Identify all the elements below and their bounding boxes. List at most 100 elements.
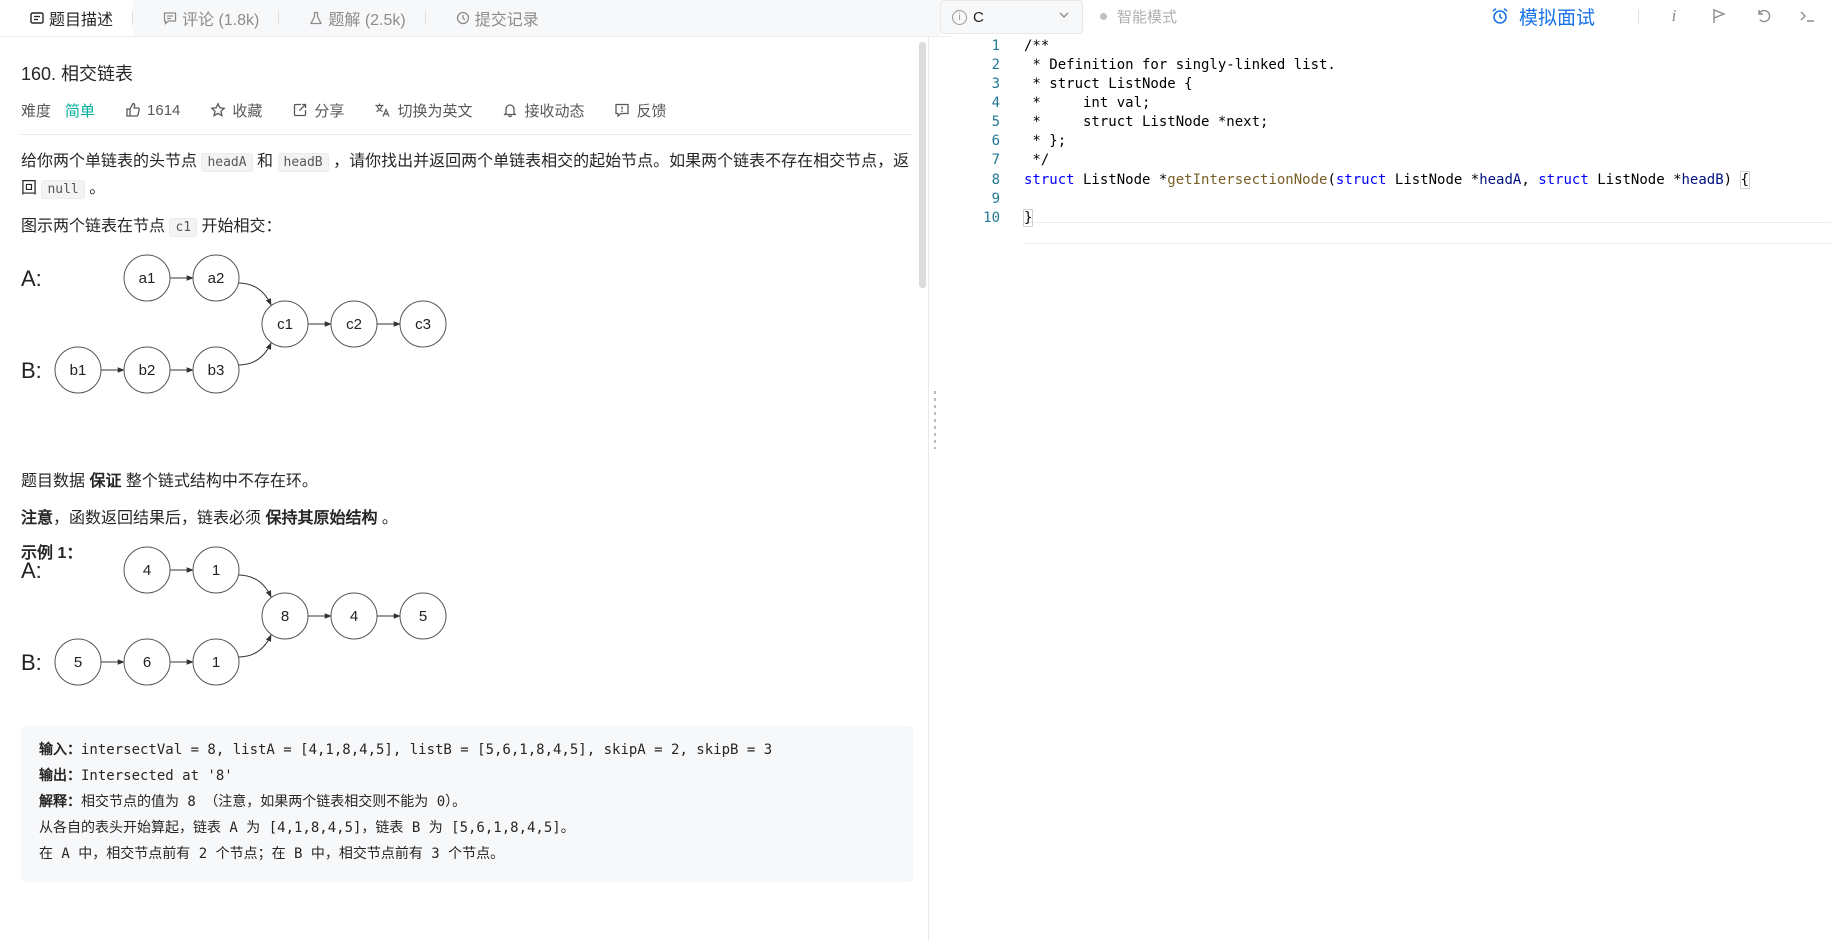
text: 给你两个单链表的头节点 — [21, 153, 202, 170]
shared-node-label: 4 — [350, 608, 358, 625]
example-block: 输入：intersectVal = 8, listA = [4,1,8,4,5]… — [21, 726, 913, 882]
line-number: 10 — [983, 210, 1000, 226]
list-b-label: B: — [21, 358, 42, 383]
tab-submissions[interactable]: 提交记录 — [426, 0, 559, 36]
explanation-label: 解释： — [39, 793, 81, 809]
description-paragraph-2: 图示两个链表在节点 c1 开始相交： — [21, 214, 913, 241]
example-output: 输出：Intersected at '8' — [39, 765, 233, 785]
keyword-struct: struct — [1538, 172, 1589, 188]
problem-scrollbar[interactable] — [919, 42, 926, 288]
text: 。 — [377, 510, 398, 527]
like-button[interactable]: 1614 — [125, 102, 180, 119]
list-a-label: A: — [21, 558, 42, 583]
example-line-4: 从各自的表头开始算起，链表 A 为 [4,1,8,4,5]，链表 B 为 [5,… — [39, 820, 575, 836]
switch-language-label: 切换为英文 — [397, 102, 473, 120]
example-explanation: 解释：相交节点的值为 8 （注意，如果两个链表相交则不能为 0）。 — [39, 791, 466, 811]
notify-button[interactable]: 接收动态 — [502, 100, 584, 121]
share-icon — [294, 103, 307, 117]
code-token: ) — [1723, 172, 1741, 188]
code-token: ListNode * — [1588, 172, 1682, 188]
switch-language-button[interactable]: 切换为英文 — [374, 100, 472, 121]
list-b-node-label: b1 — [70, 362, 87, 379]
output-label: 输出： — [39, 767, 81, 783]
list-b-node-label: 5 — [74, 654, 82, 671]
list-a-node-label: 4 — [143, 562, 151, 579]
code-token: ( — [1327, 172, 1336, 188]
problem-title: 160. 相交链表 — [21, 64, 134, 84]
list-b-node-label: 6 — [143, 654, 151, 671]
explanation-text: 相交节点的值为 8 （注意，如果两个链表相交则不能为 0）。 — [81, 794, 467, 810]
notify-label: 接收动态 — [524, 102, 585, 120]
tab-description[interactable]: 题目描述 — [0, 0, 134, 36]
clock-icon — [456, 11, 469, 25]
text: 。 — [84, 180, 106, 197]
feedback-label: 反馈 — [636, 102, 667, 120]
code-editor[interactable]: 1/** 2 * Definition for singly-linked li… — [940, 36, 1831, 941]
tab-label: 评论 (1.8k) — [182, 12, 260, 29]
mock-interview-label: 模拟面试 — [1519, 7, 1596, 29]
problem-tabs: 题目描述 评论 (1.8k) 题解 (2.5k) 提交记录 — [0, 0, 951, 37]
keyword-struct: struct — [1335, 172, 1387, 188]
tab-solutions[interactable]: 题解 (2.5k) — [279, 0, 427, 36]
shared-node-label: 5 — [419, 608, 427, 625]
list-a-node-label: 1 — [212, 562, 220, 579]
opening-brace: { — [1739, 171, 1751, 189]
line-number: 7 — [991, 152, 1000, 168]
param-headB: headB — [1681, 172, 1724, 188]
comment-icon — [163, 12, 177, 25]
status-dot-icon — [1100, 12, 1107, 20]
description-paragraph-3: 题目数据 保证 整个链式结构中不存在环。 — [21, 469, 913, 495]
tab-label: 题解 (2.5k) — [328, 12, 406, 29]
shared-node-label: c2 — [346, 316, 362, 333]
smart-mode-label: 智能模式 — [1117, 8, 1178, 26]
terminal-icon[interactable] — [1793, 0, 1823, 32]
share-label: 分享 — [314, 102, 345, 120]
favorite-button[interactable]: 收藏 — [210, 100, 262, 121]
emphasis-guarantee: 保证 — [89, 473, 122, 490]
shared-node-label: 8 — [281, 608, 289, 625]
star-icon — [210, 102, 227, 117]
link-arrow — [237, 282, 272, 306]
emphasis-original-structure: 保持其原始结构 — [265, 510, 378, 527]
shared-node-label: c3 — [415, 316, 431, 333]
closing-brace: } — [1022, 209, 1034, 227]
mock-interview-button[interactable]: 模拟面试 — [1491, 0, 1595, 32]
bell-icon — [503, 104, 518, 118]
toolbar-separator — [1638, 9, 1639, 24]
code-token: , — [1521, 172, 1539, 188]
editor-toolbar: i C 智能模式 模拟面试 i — [940, 0, 1831, 36]
resize-grip-icon — [934, 391, 936, 449]
pane-resize-handle[interactable] — [928, 36, 938, 941]
tab-comments[interactable]: 评论 (1.8k) — [133, 0, 280, 36]
list-a-label: A: — [21, 266, 42, 291]
reset-icon[interactable] — [1749, 0, 1779, 32]
intersection-diagram: A: B: a1 a2 b1 b2 b3 c1 c2 c3 — [21, 254, 447, 394]
text: ，函数返回结果后，链表必须 — [53, 510, 266, 527]
text: 整个链式结构中不存在环。 — [121, 473, 318, 490]
flask-icon — [310, 11, 323, 25]
share-button[interactable]: 分享 — [292, 100, 344, 121]
inline-code-null: null — [41, 180, 85, 199]
inline-code-headA: headA — [201, 153, 253, 172]
list-a-node-label: a1 — [139, 270, 156, 287]
param-headA: headA — [1479, 172, 1522, 188]
translate-icon — [375, 103, 390, 117]
problem-pane: 题目描述 评论 (1.8k) 题解 (2.5k) 提交记录 160. 相交链表 … — [0, 0, 951, 941]
info-icon: i — [952, 9, 967, 25]
tab-label: 提交记录 — [474, 12, 539, 29]
divider — [21, 134, 912, 135]
inline-code-c1: c1 — [169, 218, 198, 237]
smart-mode-toggle[interactable]: 智能模式 — [1100, 0, 1177, 32]
info-italic-icon[interactable]: i — [1659, 0, 1689, 32]
language-select[interactable]: i C — [940, 0, 1083, 34]
description-paragraph-1: 给你两个单链表的头节点 headA 和 headB ，请你找出并返回两个单链表相… — [21, 149, 913, 203]
flag-icon[interactable] — [1704, 0, 1734, 32]
feedback-button[interactable]: 反馈 — [614, 100, 666, 121]
chevron-down-icon — [1059, 12, 1069, 18]
text: 题目数据 — [21, 473, 90, 490]
like-count: 1614 — [147, 101, 181, 119]
example-input: 输入：intersectVal = 8, listA = [4,1,8,4,5]… — [39, 739, 772, 759]
input-label: 输入： — [39, 741, 81, 757]
text: 图示两个链表在节点 — [21, 218, 170, 235]
code-line: 7 */ — [940, 149, 1831, 171]
